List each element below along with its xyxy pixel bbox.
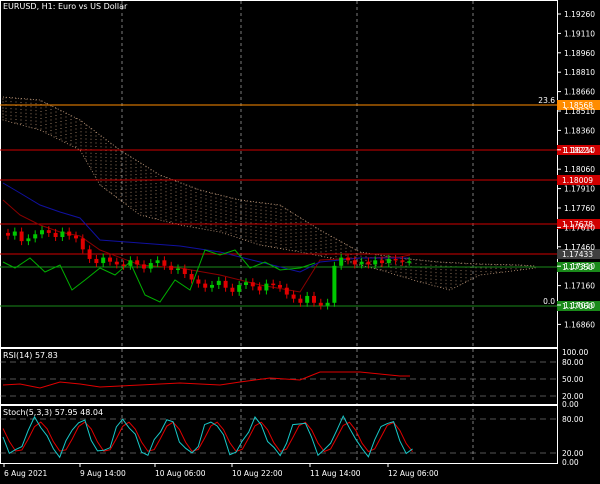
candle-body — [264, 283, 269, 291]
stoch-title: Stoch(5,3,3) 57.95 48.04 — [3, 408, 104, 417]
candle-body — [305, 295, 310, 303]
price-label: 1.17010 — [564, 301, 595, 310]
candle-body — [318, 302, 323, 306]
candle-body — [101, 257, 106, 264]
stoch-axis-label: 20.00 — [562, 449, 584, 458]
price-label: 1.18660 — [564, 88, 595, 97]
time-label: 12 Aug 06:00 — [388, 469, 439, 478]
candle-body — [169, 265, 174, 270]
candle-body — [393, 258, 398, 261]
price-label: 1.17460 — [564, 243, 595, 252]
candle-body — [60, 231, 65, 238]
candle-body — [148, 263, 153, 269]
price-label: 1.18210 — [564, 146, 595, 155]
candle-body — [33, 234, 38, 239]
candle-body — [216, 280, 221, 285]
price-label: 1.17160 — [564, 282, 595, 291]
candle-body — [162, 260, 167, 266]
time-label: 11 Aug 14:00 — [310, 469, 361, 478]
candle-body — [237, 284, 242, 292]
candle-body — [223, 280, 228, 288]
chart-window[interactable]: 23.61.185681.182241.180091.176781.174301… — [0, 0, 600, 480]
price-label: 1.18510 — [564, 107, 595, 116]
candle-body — [271, 283, 276, 286]
candle-body — [155, 260, 160, 264]
candle-body — [230, 287, 235, 292]
candle-body — [189, 274, 194, 280]
candle-body — [128, 260, 133, 266]
candle-body — [352, 260, 357, 265]
rsi-title: RSI(14) 57.83 — [3, 351, 58, 360]
candle-body — [94, 258, 99, 264]
candle-body — [182, 268, 187, 275]
candle-body — [325, 302, 330, 306]
candle-body — [284, 287, 289, 295]
candle-body — [12, 231, 17, 236]
candle-body — [407, 261, 412, 263]
fib-level-label: 0.0 — [543, 297, 555, 306]
candle-body — [121, 264, 126, 266]
stoch-axis-label: 0.00 — [562, 458, 579, 467]
candle-body — [67, 231, 72, 236]
chart-title: EURUSD, H1: Euro vs US Dollar — [3, 2, 128, 11]
time-label: 10 Aug 06:00 — [155, 469, 206, 478]
candle-body — [291, 294, 296, 299]
candle-body — [114, 261, 119, 265]
candle-body — [380, 260, 384, 264]
candle-body — [257, 286, 262, 291]
candle-body — [142, 264, 146, 269]
candle-body — [53, 232, 58, 238]
price-label: 1.17760 — [564, 204, 595, 213]
price-label: 1.17610 — [564, 223, 595, 232]
price-label: 1.18060 — [564, 165, 595, 174]
price-label: 1.17910 — [564, 185, 595, 194]
candle-body — [359, 261, 364, 265]
candle-body — [80, 238, 85, 250]
candle-body — [244, 282, 248, 285]
rsi-axis-label: 80.00 — [562, 358, 584, 367]
time-label: 9 Aug 14:00 — [80, 469, 126, 478]
price-label: 1.18810 — [564, 68, 595, 77]
price-label: 1.19260 — [564, 10, 595, 19]
time-label: 10 Aug 22:00 — [232, 469, 283, 478]
candle-body — [373, 260, 378, 265]
candle-body — [250, 282, 255, 287]
time-label: 6 Aug 2021 — [4, 469, 47, 478]
stoch-axis-label: 80.00 — [562, 415, 584, 424]
candle-body — [74, 235, 78, 239]
candle-body — [210, 284, 214, 288]
candle-body — [366, 261, 371, 265]
candle-body — [312, 295, 316, 303]
candle-body — [196, 279, 201, 284]
candle-body — [87, 249, 92, 259]
candle-body — [278, 284, 282, 288]
candle-body — [176, 268, 180, 271]
candle-body — [400, 260, 405, 262]
candle-body — [108, 257, 112, 262]
price-label: 1.18960 — [564, 49, 595, 58]
candle-body — [339, 257, 344, 266]
rsi-axis-label: 100.00 — [562, 348, 588, 357]
price-label: 1.17310 — [564, 262, 595, 271]
rsi-axis-label: 50.00 — [562, 375, 584, 384]
price-label: 1.16860 — [564, 320, 595, 329]
candle-body — [386, 258, 391, 264]
fib-level-label: 23.6 — [538, 96, 555, 105]
candle-body — [26, 238, 31, 242]
candle-body — [19, 231, 24, 242]
candle-body — [298, 298, 303, 303]
candle-body — [46, 230, 51, 233]
candle-body — [332, 265, 337, 303]
price-label: 1.18360 — [564, 126, 595, 135]
candle-body — [6, 232, 10, 236]
candle-body — [346, 257, 350, 261]
rsi-axis-label: 0.00 — [562, 400, 579, 409]
price-label: 1.19110 — [564, 29, 595, 38]
candle-body — [40, 230, 44, 235]
candle-body — [203, 283, 208, 288]
candle-body — [135, 260, 140, 265]
